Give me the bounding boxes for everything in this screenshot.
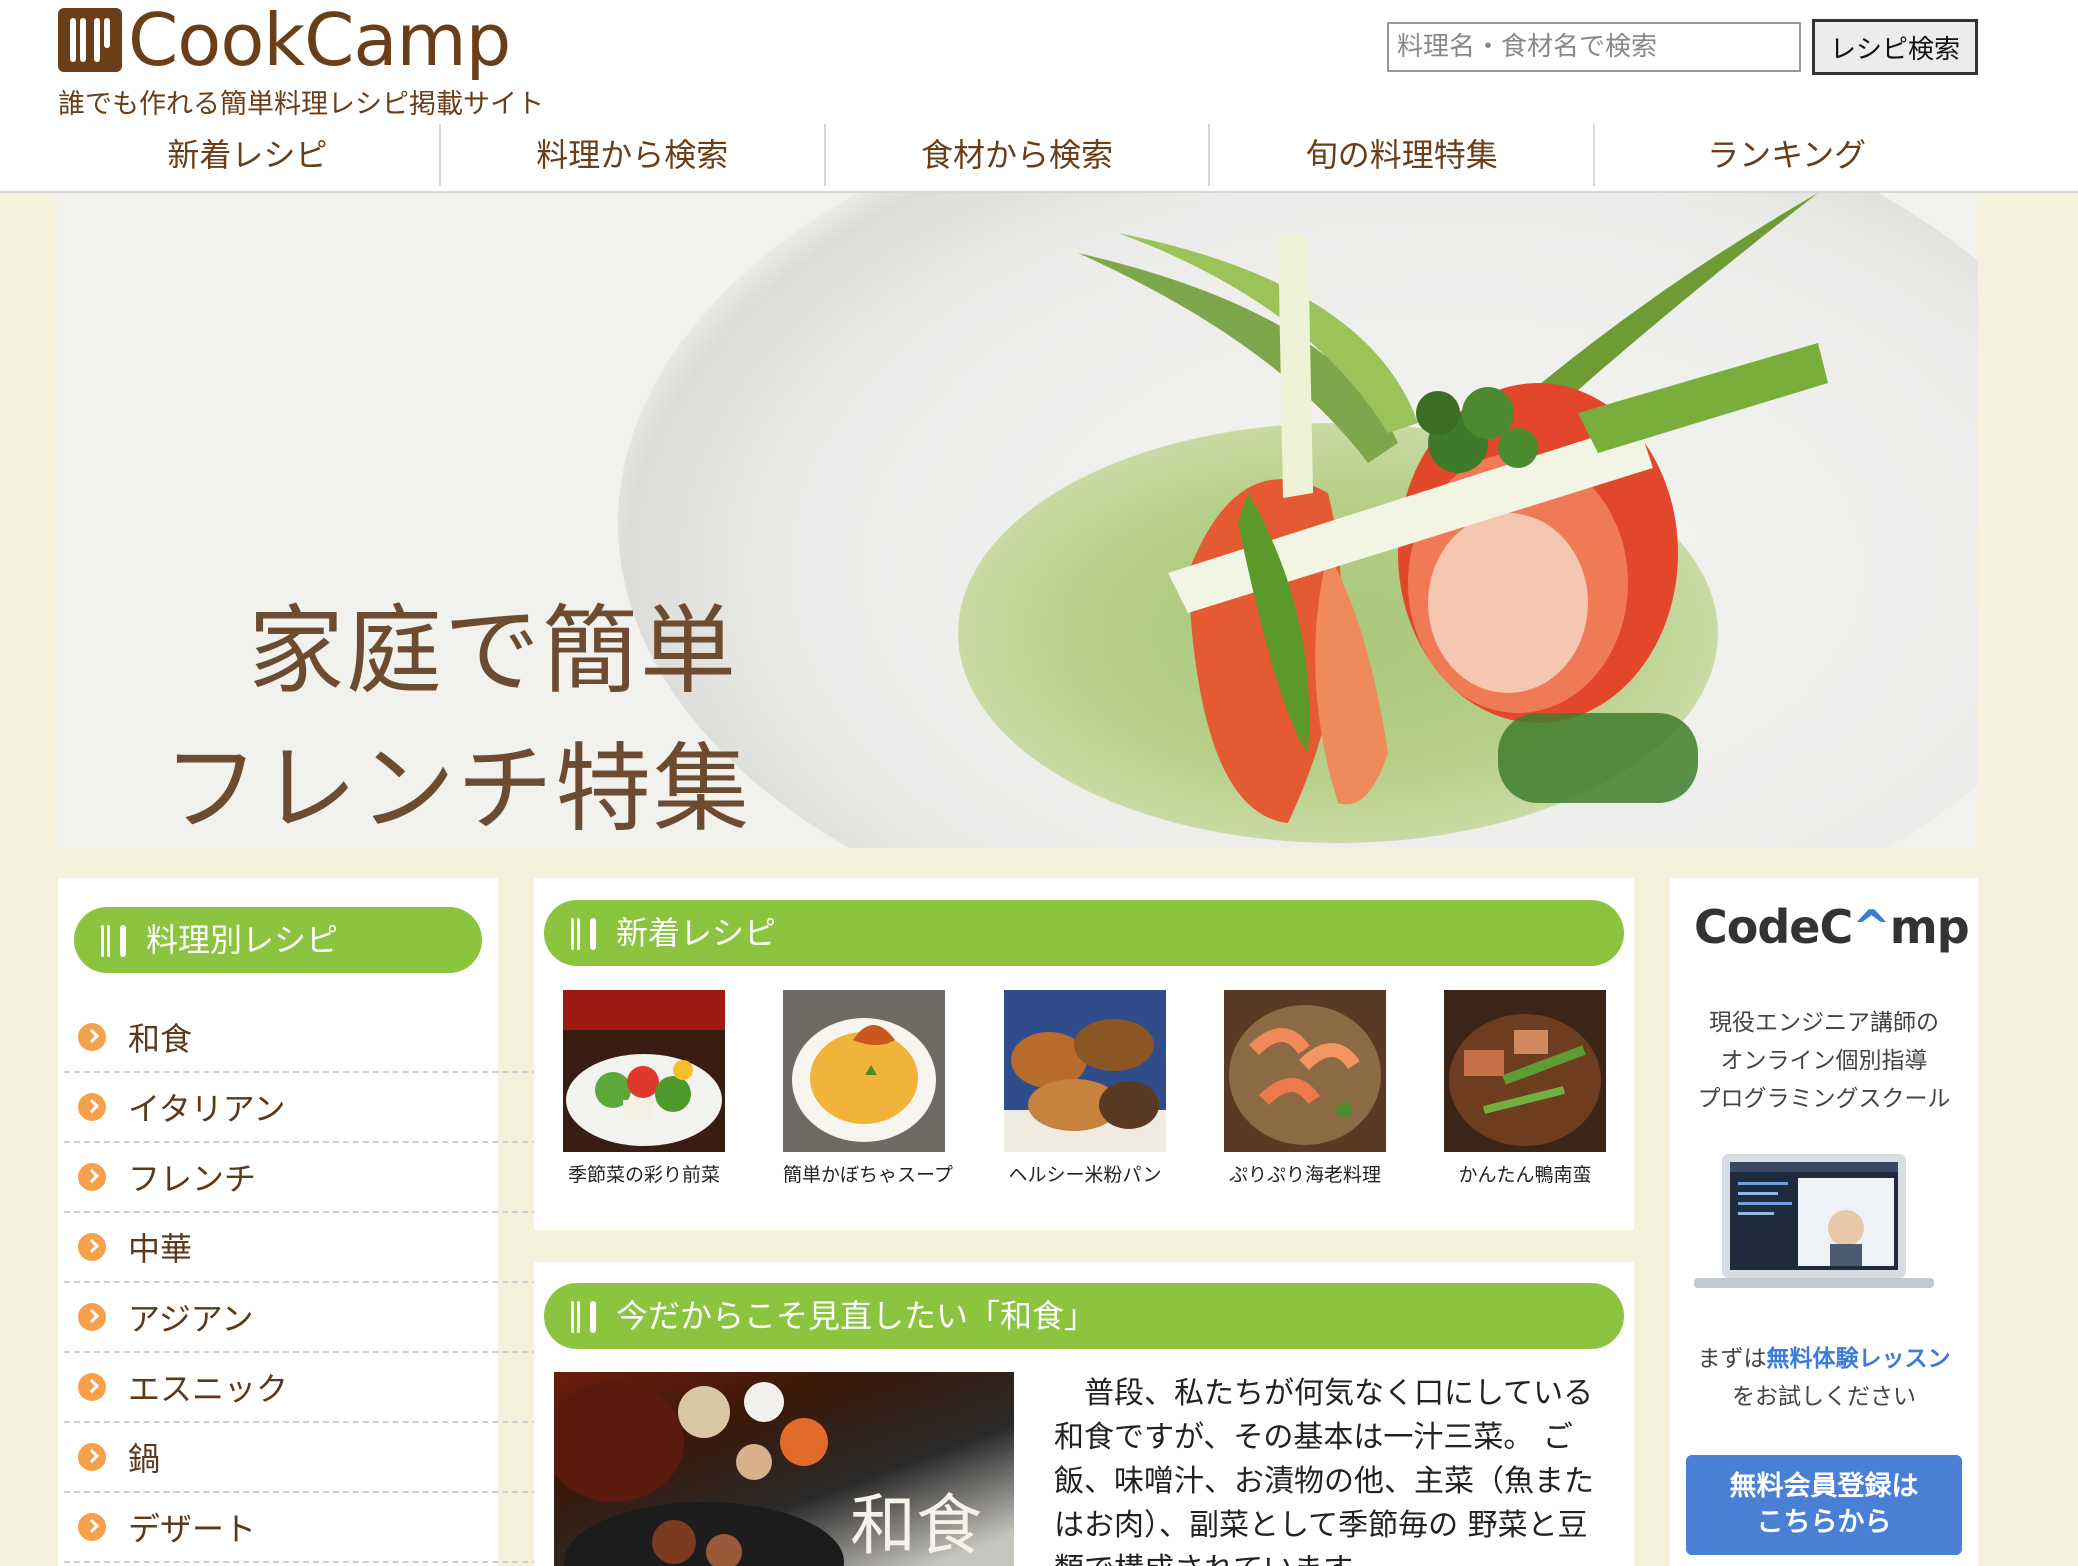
category-label: エスニック <box>128 1370 289 1408</box>
category-item-nabe[interactable]: 鍋 <box>64 1423 548 1493</box>
site-tagline: 誰でも作れる簡単料理レシピ掲載サイト <box>58 89 544 120</box>
nav-search-by-ingredient[interactable]: 食材から検索 <box>826 124 1211 186</box>
recipe-card[interactable]: かんたん鴨南蛮 <box>1444 990 1606 1187</box>
nav-search-by-dish[interactable]: 料理から検索 <box>441 124 826 186</box>
hero-title-line1: 家庭で簡単 <box>248 595 738 707</box>
codecamp-trial-text: まずは無料体験レッスン をお試しください <box>1680 1340 1968 1416</box>
codecamp-description-line: 現役エンジニア講師の <box>1709 1010 1939 1036</box>
recipe-thumbnail <box>1224 990 1386 1152</box>
chevron-right-icon <box>78 1443 106 1471</box>
category-label: 中華 <box>128 1230 193 1268</box>
recipe-thumbnail <box>563 990 725 1152</box>
free-registration-line1: 無料会員登録は <box>1729 1471 1919 1502</box>
new-recipes-heading-label: 新着レシピ <box>616 914 777 952</box>
category-item-ethnic[interactable]: エスニック <box>64 1353 548 1423</box>
category-list: 和食 イタリアン フレンチ 中華 アジアン エスニック 鍋 デザート <box>64 1003 548 1563</box>
codecamp-description-line: オンライン個別指導 <box>1720 1048 1928 1074</box>
category-item-dessert[interactable]: デザート <box>64 1493 548 1563</box>
free-registration-line2: こちらから <box>1756 1507 1892 1538</box>
fork-knife-icon <box>58 8 122 72</box>
category-item-washoku[interactable]: 和食 <box>64 1003 548 1073</box>
lobster-dish-illustration <box>1078 193 1828 823</box>
recipe-search-button[interactable]: レシピ検索 <box>1812 19 1978 75</box>
codecamp-logo-suffix: mp <box>1889 900 1970 954</box>
free-trial-lesson-link[interactable]: 無料体験レッスン <box>1767 1346 1951 1372</box>
recipe-title: ぷりぷり海老料理 <box>1228 1164 1381 1186</box>
codecamp-logo-prefix: CodeC <box>1694 900 1853 954</box>
codecamp-trial-suffix: をお試しください <box>1732 1384 1916 1410</box>
category-item-chinese[interactable]: 中華 <box>64 1213 548 1283</box>
category-label: フレンチ <box>128 1160 257 1198</box>
nav-new-recipes[interactable]: 新着レシピ <box>56 124 441 186</box>
fork-knife-icon <box>101 925 126 957</box>
main-nav: 新着レシピ 料理から検索 食材から検索 旬の料理特集 ランキング <box>56 124 1978 186</box>
hero-banner[interactable]: 家庭で簡単 フレンチ特集 <box>58 193 1978 848</box>
category-item-french[interactable]: フレンチ <box>64 1143 548 1213</box>
search-input[interactable] <box>1387 22 1801 72</box>
washoku-feature-heading-label: 今だからこそ見直したい「和食」 <box>616 1297 1097 1335</box>
recipe-card[interactable]: 季節菜の彩り前菜 <box>563 990 725 1187</box>
site-header: CookCamp 誰でも作れる簡単料理レシピ掲載サイト レシピ検索 新着レシピ … <box>0 0 2078 193</box>
hero-title-line2: フレンチ特集 <box>163 733 751 845</box>
category-label: 鍋 <box>128 1440 161 1478</box>
chevron-right-icon <box>78 1513 106 1541</box>
nav-seasonal-feature[interactable]: 旬の料理特集 <box>1210 124 1596 186</box>
free-registration-button[interactable]: 無料会員登録は こちらから <box>1686 1455 1962 1555</box>
recipe-card[interactable]: 簡単かぼちゃスープ <box>783 990 953 1187</box>
category-label: イタリアン <box>128 1090 286 1128</box>
codecamp-description-line: プログラミングスクール <box>1697 1086 1951 1112</box>
codecamp-logo[interactable]: CodeC^mp <box>1694 900 1970 954</box>
codecamp-description: 現役エンジニア講師の オンライン個別指導 プログラミングスクール <box>1680 1004 1968 1118</box>
chevron-right-icon <box>78 1023 106 1051</box>
laptop-illustration <box>1694 1154 1934 1288</box>
category-label: 和食 <box>128 1020 193 1058</box>
washoku-image-label: 和食 <box>850 1487 982 1564</box>
washoku-image[interactable]: 和食 <box>554 1372 1014 1566</box>
recipe-thumbnail <box>783 990 945 1152</box>
recipe-card[interactable]: ぷりぷり海老料理 <box>1224 990 1386 1187</box>
nav-ranking[interactable]: ランキング <box>1595 124 1978 186</box>
codecamp-trial-prefix: まずは <box>1697 1346 1767 1372</box>
recipe-thumbnail <box>1004 990 1166 1152</box>
category-heading-label: 料理別レシピ <box>146 921 339 959</box>
category-item-italian[interactable]: イタリアン <box>64 1073 548 1143</box>
recipe-thumbnail <box>1444 990 1606 1152</box>
recipe-title: かんたん鴨南蛮 <box>1458 1164 1592 1186</box>
logo-text: CookCamp <box>128 0 511 82</box>
site-logo[interactable]: CookCamp <box>58 0 511 82</box>
recipe-card[interactable]: ヘルシー米粉パン <box>1004 990 1166 1187</box>
codecamp-logo-hat: ^ <box>1852 900 1891 954</box>
chevron-right-icon <box>78 1373 106 1401</box>
category-label: アジアン <box>128 1300 254 1338</box>
fork-knife-icon <box>571 1301 596 1333</box>
chevron-right-icon <box>78 1303 106 1331</box>
washoku-description: 普段、私たちが何気なく口にしている和食ですが、その基本は一汁三菜。 ご飯、味噌汁… <box>1054 1376 1594 1566</box>
washoku-feature-heading: 今だからこそ見直したい「和食」 <box>544 1283 1624 1349</box>
recipe-title: 季節菜の彩り前菜 <box>567 1164 720 1186</box>
chevron-right-icon <box>78 1093 106 1121</box>
new-recipes-heading: 新着レシピ <box>544 900 1624 966</box>
recipe-title: 簡単かぼちゃスープ <box>783 1164 953 1186</box>
category-heading: 料理別レシピ <box>74 907 482 973</box>
category-item-asian[interactable]: アジアン <box>64 1283 548 1353</box>
chevron-right-icon <box>78 1233 106 1261</box>
recipe-title: ヘルシー米粉パン <box>1008 1164 1162 1186</box>
category-label: デザート <box>128 1510 257 1548</box>
fork-knife-icon <box>571 918 596 950</box>
chevron-right-icon <box>78 1163 106 1191</box>
